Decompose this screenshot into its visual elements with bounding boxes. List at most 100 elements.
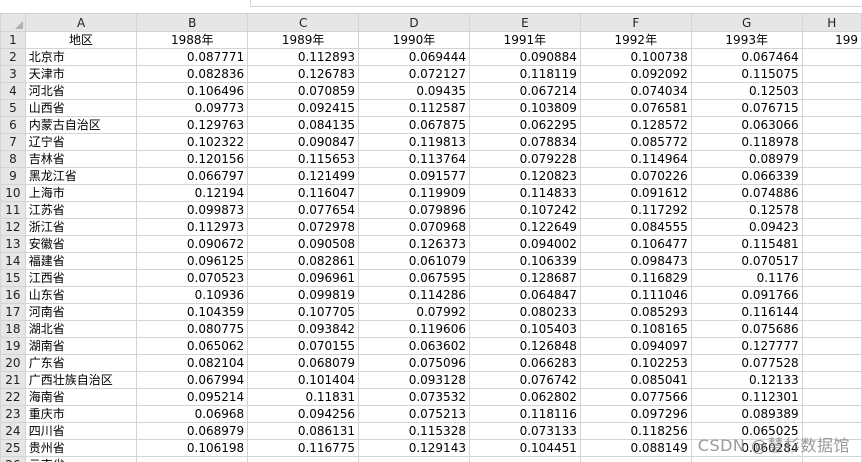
cell-value[interactable]: 0.066339 bbox=[690, 167, 803, 185]
cell-value[interactable]: 0.101404 bbox=[247, 371, 360, 389]
cell-region[interactable]: 四川省 bbox=[24, 422, 138, 440]
row-number[interactable]: 20 bbox=[0, 354, 26, 372]
row-number[interactable]: 15 bbox=[0, 269, 26, 287]
cell-value[interactable] bbox=[247, 456, 360, 462]
cell-value[interactable]: 0.094002 bbox=[468, 235, 581, 253]
cell-value[interactable]: 0.121499 bbox=[247, 167, 360, 185]
cell-value[interactable]: 0.11831 bbox=[247, 388, 360, 406]
cell-value[interactable]: 0.062295 bbox=[468, 116, 581, 134]
row-number[interactable]: 5 bbox=[0, 99, 26, 117]
cell-value[interactable]: 0.128572 bbox=[579, 116, 692, 134]
cell-partial[interactable] bbox=[801, 405, 862, 423]
cell-value[interactable]: 0.096961 bbox=[247, 269, 360, 287]
cell-value[interactable]: 0.084135 bbox=[247, 116, 360, 134]
cell-region[interactable]: 河北省 bbox=[24, 82, 138, 100]
cell-partial[interactable] bbox=[801, 269, 862, 287]
row-number[interactable]: 12 bbox=[0, 218, 26, 236]
cell-value[interactable]: 0.095214 bbox=[136, 388, 249, 406]
cell-value[interactable]: 0.119813 bbox=[358, 133, 470, 151]
cell-value[interactable]: 0.072978 bbox=[247, 218, 360, 236]
cell-partial[interactable] bbox=[801, 286, 862, 304]
cell-value[interactable]: 0.090884 bbox=[468, 48, 581, 66]
row-number[interactable]: 19 bbox=[0, 337, 26, 355]
cell-partial[interactable] bbox=[801, 354, 862, 372]
cell-value[interactable]: 0.117292 bbox=[579, 201, 692, 219]
cell-partial[interactable] bbox=[801, 371, 862, 389]
cell-value[interactable] bbox=[579, 456, 692, 462]
cell-partial[interactable] bbox=[801, 303, 862, 321]
row-number[interactable]: 26 bbox=[0, 456, 26, 462]
cell-value[interactable]: 0.091766 bbox=[690, 286, 803, 304]
cell-value[interactable]: 0.073532 bbox=[358, 388, 470, 406]
cell-value[interactable]: 0.12503 bbox=[690, 82, 803, 100]
cell-value[interactable]: 0.096125 bbox=[136, 252, 249, 270]
cell-region[interactable]: 辽宁省 bbox=[24, 133, 138, 151]
cell-value[interactable]: 0.1176 bbox=[690, 269, 803, 287]
cell-value[interactable]: 0.076742 bbox=[468, 371, 581, 389]
cell-region[interactable]: 天津市 bbox=[24, 65, 138, 83]
column-header-h[interactable]: H bbox=[801, 13, 862, 32]
cell-partial[interactable] bbox=[801, 133, 862, 151]
cell-partial[interactable] bbox=[801, 116, 862, 134]
cell-value[interactable]: 0.115653 bbox=[247, 150, 360, 168]
cell-region[interactable]: 安徽省 bbox=[24, 235, 138, 253]
cell-value[interactable] bbox=[468, 456, 581, 462]
cell-value[interactable]: 0.070517 bbox=[690, 252, 803, 270]
column-header-c[interactable]: C bbox=[247, 13, 360, 32]
cell-value[interactable]: 0.114833 bbox=[468, 184, 581, 202]
cell-value[interactable]: 0.122649 bbox=[468, 218, 581, 236]
cell-value[interactable]: 0.106477 bbox=[579, 235, 692, 253]
cell-value[interactable]: 0.087771 bbox=[136, 48, 249, 66]
row-number[interactable]: 8 bbox=[0, 150, 26, 168]
cell-value[interactable]: 0.104451 bbox=[468, 439, 581, 457]
cell-partial[interactable] bbox=[801, 99, 862, 117]
cell-value[interactable]: 0.118116 bbox=[468, 405, 581, 423]
cell-value[interactable]: 0.080775 bbox=[136, 320, 249, 338]
cell-value[interactable]: 0.074034 bbox=[579, 82, 692, 100]
cell-value[interactable]: 0.129143 bbox=[358, 439, 470, 457]
column-header-f[interactable]: F bbox=[579, 13, 692, 32]
cell-region[interactable]: 内蒙古自治区 bbox=[24, 116, 138, 134]
cell-value[interactable]: 0.063602 bbox=[358, 337, 470, 355]
cell-value[interactable] bbox=[358, 456, 470, 462]
cell-partial[interactable] bbox=[801, 82, 862, 100]
cell-value[interactable]: 0.102253 bbox=[579, 354, 692, 372]
cell-value[interactable]: 0.066797 bbox=[136, 167, 249, 185]
cell-value[interactable]: 0.113764 bbox=[358, 150, 470, 168]
cell-value[interactable]: 0.09423 bbox=[690, 218, 803, 236]
cell-value[interactable]: 0.120823 bbox=[468, 167, 581, 185]
cell-value[interactable]: 0.077566 bbox=[579, 388, 692, 406]
row-number[interactable]: 1 bbox=[0, 31, 26, 49]
cell-value[interactable]: 0.09435 bbox=[358, 82, 470, 100]
cell-value[interactable]: 0.075686 bbox=[690, 320, 803, 338]
cell-value[interactable]: 0.091577 bbox=[358, 167, 470, 185]
cell-region[interactable]: 吉林省 bbox=[24, 150, 138, 168]
cell-value[interactable]: 0.127777 bbox=[690, 337, 803, 355]
cell-value[interactable]: 0.12578 bbox=[690, 201, 803, 219]
cell-region[interactable]: 黑龙江省 bbox=[24, 167, 138, 185]
row-number[interactable]: 11 bbox=[0, 201, 26, 219]
column-header-d[interactable]: D bbox=[358, 13, 470, 32]
header-cell-year[interactable]: 1990年 bbox=[358, 31, 470, 49]
cell-value[interactable]: 0.114286 bbox=[358, 286, 470, 304]
cell-value[interactable]: 0.085041 bbox=[579, 371, 692, 389]
cell-region[interactable]: 广东省 bbox=[24, 354, 138, 372]
cell-value[interactable]: 0.12194 bbox=[136, 184, 249, 202]
cell-partial[interactable] bbox=[801, 456, 862, 462]
cell-value[interactable]: 0.115075 bbox=[690, 65, 803, 83]
cell-value[interactable]: 0.064847 bbox=[468, 286, 581, 304]
cell-region[interactable]: 湖南省 bbox=[24, 337, 138, 355]
cell-value[interactable]: 0.074886 bbox=[690, 184, 803, 202]
cell-partial[interactable] bbox=[801, 252, 862, 270]
cell-region[interactable]: 云南省 bbox=[24, 456, 138, 462]
cell-value[interactable]: 0.091612 bbox=[579, 184, 692, 202]
cell-value[interactable]: 0.119909 bbox=[358, 184, 470, 202]
cell-value[interactable]: 0.099873 bbox=[136, 201, 249, 219]
cell-region[interactable]: 山西省 bbox=[24, 99, 138, 117]
cell-value[interactable]: 0.090508 bbox=[247, 235, 360, 253]
column-header-b[interactable]: B bbox=[136, 13, 249, 32]
cell-value[interactable]: 0.085772 bbox=[579, 133, 692, 151]
cell-value[interactable]: 0.075213 bbox=[358, 405, 470, 423]
cell-value[interactable]: 0.112973 bbox=[136, 218, 249, 236]
worksheet-grid[interactable]: ABCDEFGH 1 地区 1988年 1989年 1990年 1991年 1992年 199… bbox=[0, 13, 862, 462]
